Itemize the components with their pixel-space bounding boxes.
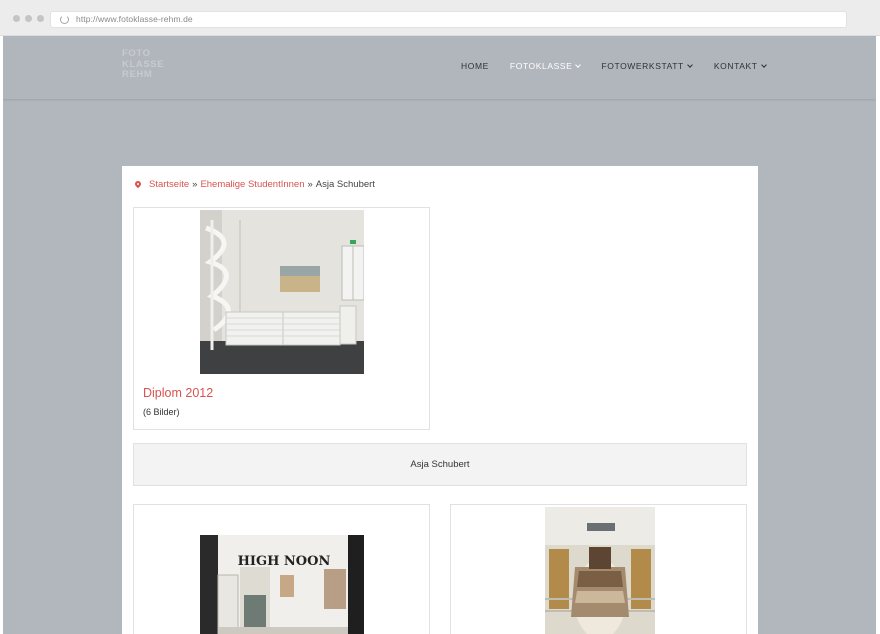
breadcrumb: Startseite » Ehemalige StudentInnen » As…	[133, 179, 375, 190]
site-header: FOTO KLASSE REHM HOME FOTOKLASSE FOTOWER…	[3, 36, 876, 99]
site-logo[interactable]: FOTO KLASSE REHM	[122, 48, 164, 81]
album-title-link[interactable]: Diplom 2012	[143, 386, 213, 400]
gallery-card[interactable]	[450, 504, 747, 634]
logo-line: FOTO	[122, 48, 151, 59]
chevron-down-icon	[760, 61, 767, 68]
section-heading-bar: Asja Schubert	[133, 443, 747, 486]
breadcrumb-current: Asja Schubert	[315, 179, 375, 190]
page-viewport: FOTO KLASSE REHM HOME FOTOKLASSE FOTOWER…	[3, 36, 876, 634]
nav-item-kontakt[interactable]: KONTAKT	[713, 61, 767, 71]
nav-item-label: FOTOKLASSE	[509, 61, 573, 71]
album-card[interactable]: Diplom 2012 (6 Bilder)	[133, 207, 430, 430]
gallery-thumbnail[interactable]: HIGH NOON	[200, 535, 364, 634]
nav-item-label: KONTAKT	[713, 61, 758, 71]
nav-item-home[interactable]: HOME	[461, 61, 489, 71]
breadcrumb-separator: »	[307, 179, 313, 190]
gallery-sign-text: HIGH NOON	[238, 554, 331, 569]
album-thumbnail[interactable]	[200, 210, 364, 374]
url-text[interactable]: http://www.fotoklasse-rehm.de	[76, 14, 193, 24]
nav-item-label: HOME	[461, 61, 489, 71]
album-image-count: (6 Bilder)	[143, 407, 180, 417]
section-title: Asja Schubert	[410, 459, 470, 470]
main-nav: HOME FOTOKLASSE FOTOWERKSTATT KONTAKT	[461, 61, 767, 71]
nav-item-fotowerkstatt[interactable]: FOTOWERKSTATT	[601, 61, 693, 71]
reload-icon[interactable]	[60, 15, 69, 24]
chevron-down-icon	[575, 61, 582, 68]
nav-item-label: FOTOWERKSTATT	[601, 61, 684, 71]
map-pin-icon	[133, 179, 143, 188]
window-controls	[13, 15, 44, 22]
close-window-dot[interactable]	[13, 15, 20, 22]
gallery-room-photo-graphic	[200, 210, 364, 374]
high-noon-exhibition-graphic: HIGH NOON	[200, 535, 364, 634]
horse-with-blanket-graphic	[545, 507, 655, 634]
chevron-down-icon	[687, 61, 693, 68]
nav-item-fotoklasse[interactable]: FOTOKLASSE	[509, 61, 582, 71]
gallery-thumbnail[interactable]	[545, 507, 655, 634]
address-bar[interactable]: http://www.fotoklasse-rehm.de	[50, 11, 847, 28]
minimize-window-dot[interactable]	[25, 15, 32, 22]
logo-line: REHM	[122, 69, 153, 80]
gallery-card[interactable]: HIGH NOON	[133, 504, 430, 634]
content-panel: Startseite » Ehemalige StudentInnen » As…	[122, 166, 758, 634]
breadcrumb-link-alumni[interactable]: Ehemalige StudentInnen	[200, 179, 304, 190]
breadcrumb-link-home[interactable]: Startseite	[149, 179, 189, 190]
zoom-window-dot[interactable]	[37, 15, 44, 22]
breadcrumb-separator: »	[192, 179, 198, 190]
browser-chrome: http://www.fotoklasse-rehm.de	[0, 0, 880, 36]
